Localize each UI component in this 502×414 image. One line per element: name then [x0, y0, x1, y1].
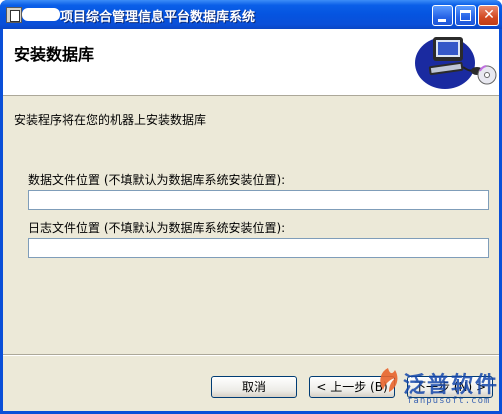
- app-icon: [6, 7, 22, 23]
- log-file-location-input[interactable]: [28, 238, 489, 258]
- redacted-title-part: [22, 8, 60, 21]
- title-bar[interactable]: 项目综合管理信息平台数据库系统 ✕: [0, 0, 502, 29]
- cancel-button[interactable]: 取消: [211, 376, 297, 398]
- window-title: 项目综合管理信息平台数据库系统: [60, 10, 256, 25]
- close-icon: ✕: [483, 7, 495, 23]
- maximize-button[interactable]: [455, 5, 476, 26]
- data-file-location-input[interactable]: [28, 190, 489, 210]
- watermark: 泛普软件 fanpusoft.com: [375, 364, 497, 411]
- close-button[interactable]: ✕: [478, 5, 499, 26]
- minimize-icon: [438, 19, 446, 22]
- minimize-button[interactable]: [432, 5, 453, 26]
- footer-separator: [3, 354, 499, 356]
- data-file-location-label: 数据文件位置 (不填默认为数据库系统安装位置):: [28, 173, 286, 187]
- installer-window: 项目综合管理信息平台数据库系统 ✕ 安装数据库 安装程序将在您的机器上安装数据库: [0, 0, 502, 414]
- instruction-text: 安装程序将在您的机器上安装数据库: [14, 113, 207, 127]
- computer-with-disc-icon: [415, 37, 497, 89]
- watermark-name: 泛普软件: [403, 373, 500, 398]
- log-file-location-label: 日志文件位置 (不填默认为数据库系统安装位置):: [28, 221, 286, 235]
- header-banner: 安装数据库: [3, 29, 499, 96]
- watermark-url: fanpusoft.com: [407, 396, 491, 406]
- dialog-body: 安装数据库 安装程序将在您的机器上安装数据库 数据文件位置 (不填默认为数据库系…: [3, 29, 499, 411]
- maximize-icon: [460, 10, 471, 21]
- page-title: 安装数据库: [14, 45, 95, 64]
- fanpu-logo-icon: [380, 368, 398, 392]
